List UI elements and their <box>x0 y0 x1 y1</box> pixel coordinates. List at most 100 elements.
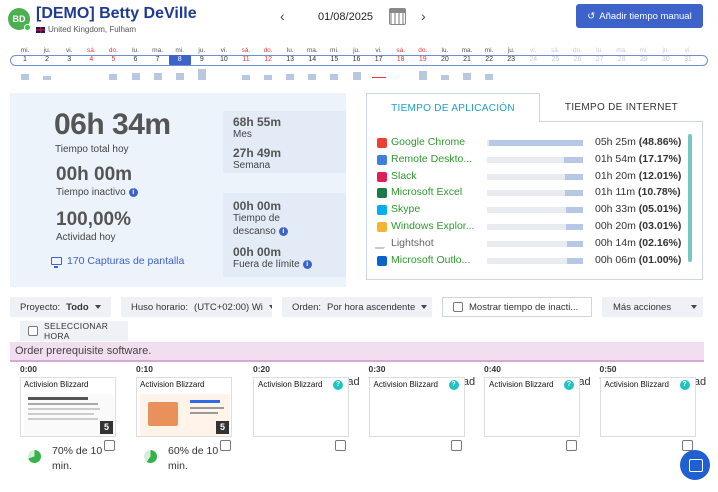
tile-time: 0:10 <box>136 364 154 374</box>
app-row[interactable]: Google Chrome 05h 25m (48.86%) <box>377 135 687 151</box>
screenshot-tile: 0:00 Activision Blizzard 5 70% de 10 min. <box>20 364 130 472</box>
timeline-day[interactable]: ju. 30 <box>655 46 677 65</box>
timeline-day[interactable]: ju. 2 <box>36 46 58 80</box>
calendar-icon[interactable] <box>389 8 406 25</box>
tile-checkbox[interactable] <box>104 440 115 451</box>
timeline-day[interactable]: vi. 24 <box>522 46 544 65</box>
app-usage-fill <box>566 224 583 230</box>
more-actions-dropdown[interactable]: Más acciones <box>602 297 703 317</box>
tile-checkbox[interactable] <box>450 440 462 451</box>
previous-day-button[interactable]: ‹ <box>280 8 285 24</box>
timeline-day[interactable]: vi. 31 <box>677 46 699 65</box>
day-activity-bar <box>330 74 339 80</box>
timeline-day[interactable]: lu. 20 <box>434 46 456 80</box>
help-icon[interactable]: ? <box>564 380 574 390</box>
timeline-day[interactable]: vi. 10 <box>213 46 235 65</box>
day-weekday: vi. <box>65 47 73 54</box>
timeline-day[interactable]: mi. 22 <box>478 46 500 80</box>
app-usage-bar <box>487 224 583 230</box>
info-icon[interactable]: i <box>128 188 138 197</box>
timeline-day[interactable]: ma. 28 <box>611 46 633 65</box>
timeline-day[interactable]: do. 19 <box>412 46 434 80</box>
day-number: 16 <box>352 56 361 63</box>
timeline-day[interactable]: mi. 1 <box>14 46 36 80</box>
timeline-day[interactable]: lu. 13 <box>279 46 301 80</box>
timeline-day[interactable]: vi. 3 <box>58 46 80 65</box>
activity-label: Actividad hoy <box>56 232 116 243</box>
app-name: Google Chrome <box>391 136 466 148</box>
screenshots-link[interactable]: 170 Capturas de pantalla <box>51 255 184 268</box>
tile-time: 0:00 <box>20 364 38 374</box>
app-row[interactable]: Slack 01h 20m (12.01%) <box>377 169 687 185</box>
help-icon[interactable]: ? <box>448 380 459 390</box>
timeline-day[interactable]: mi. 15 <box>323 46 345 80</box>
app-row[interactable]: Microsoft Excel 01h 11m (10.78%) <box>377 185 687 201</box>
timezone-filter[interactable]: Huso horario: (UTC+02:00) Wi <box>121 297 272 317</box>
timeline-day[interactable]: mi. 29 <box>633 46 655 65</box>
tile-checkbox[interactable] <box>566 440 577 451</box>
idle-placeholder: Activision Blizzard? <box>368 377 465 437</box>
chat-button[interactable] <box>680 450 710 480</box>
week-label: Semana <box>233 160 271 171</box>
timeline-day[interactable]: do. 5 <box>102 46 124 80</box>
tile-checkbox[interactable] <box>220 440 231 451</box>
screenshot-thumbnail[interactable]: Activision Blizzard 5 <box>20 377 116 437</box>
app-usage-fill <box>489 140 583 146</box>
info-icon[interactable]: i <box>302 260 312 269</box>
screenshot-tile: 0:30Activision Blizzard?Tiempo de inacti… <box>368 364 479 451</box>
timeline-day[interactable]: ju. 16 <box>346 46 368 80</box>
next-day-button[interactable]: › <box>421 8 426 24</box>
app-usage-bar <box>487 207 583 214</box>
show-idle-checkbox[interactable] <box>453 302 463 312</box>
app-row[interactable]: Windows Explor... 00h 20m (03.01%) <box>377 219 687 235</box>
order-filter[interactable]: Orden: Por hora ascendente <box>282 297 432 317</box>
timeline-day[interactable]: ju. 9 <box>191 46 213 80</box>
timeline-day[interactable]: ma. 21 <box>456 46 478 80</box>
timeline-day[interactable]: lu. 6 <box>125 46 147 80</box>
day-number: 17 <box>374 56 383 63</box>
timeline-day[interactable]: ma. 7 <box>147 46 169 80</box>
add-manual-time-label: Añadir tiempo manual <box>599 10 692 22</box>
app-list-scrollbar[interactable] <box>688 134 692 262</box>
app-row[interactable]: Lightshot 00h 14m (02.16%) <box>374 236 687 252</box>
app-name: Skype <box>391 203 421 216</box>
timeline-day[interactable]: ma. 14 <box>301 46 323 80</box>
timeline-day[interactable]: do. 26 <box>567 46 589 65</box>
activity-unit: min. <box>52 460 72 472</box>
timeline-day[interactable]: sá. 11 <box>235 46 257 80</box>
timeline-day[interactable]: do. 12 <box>257 46 279 80</box>
tab-app-time[interactable]: TIEMPO DE APLICACIÓN <box>366 93 540 122</box>
app-name: Lightshot <box>391 236 434 249</box>
help-icon[interactable]: ? <box>679 380 690 390</box>
timeline-day[interactable]: ju. 23 <box>500 46 522 65</box>
tile-time: 0:50 <box>599 364 617 374</box>
app-name: Windows Explor... <box>391 220 475 232</box>
app-row[interactable]: Skype 00h 33m (05.01%) <box>377 202 687 218</box>
select-hour-checkbox[interactable] <box>28 326 38 336</box>
help-icon[interactable]: ? <box>333 380 343 390</box>
show-idle-toggle[interactable]: Mostrar tiempo de inacti... <box>442 297 592 317</box>
select-hour-toggle[interactable]: SELECCIONAR HORA <box>20 321 128 341</box>
timeline-day[interactable]: lu. 27 <box>589 46 611 65</box>
project-filter[interactable]: Proyecto: Todo <box>10 297 111 317</box>
timeline-day[interactable]: mi. 8 <box>168 46 191 80</box>
timeline-day[interactable]: sá. 25 <box>544 46 566 65</box>
chevron-down-icon <box>421 305 428 309</box>
info-icon[interactable]: i <box>278 227 288 236</box>
day-number: 21 <box>463 56 471 63</box>
online-status-dot <box>24 24 31 31</box>
tile-app-name: Activision Blizzard <box>258 380 323 389</box>
timeline-day[interactable]: sá. 4 <box>80 46 102 65</box>
day-activity-bar <box>131 73 140 80</box>
app-name: Remote Deskto... <box>391 152 473 165</box>
timeline-day[interactable]: vi. 17 <box>368 46 390 78</box>
offlimit-label-row: Fuera de límite i <box>233 259 312 270</box>
tab-internet-time[interactable]: TIEMPO DE INTERNET <box>540 93 703 122</box>
app-row[interactable]: Microsoft Outlo... 00h 06m (01.00%) <box>377 253 687 269</box>
screenshot-thumbnail[interactable]: Activision Blizzard 5 <box>136 377 232 437</box>
add-manual-time-button[interactable]: ↺ Añadir tiempo manual <box>576 4 703 28</box>
timeline-day[interactable]: sá. 18 <box>390 46 412 65</box>
tile-checkbox[interactable] <box>335 440 346 451</box>
app-row[interactable]: Remote Deskto... 01h 54m (17.17%) <box>377 152 687 168</box>
folder-icon <box>377 222 387 232</box>
